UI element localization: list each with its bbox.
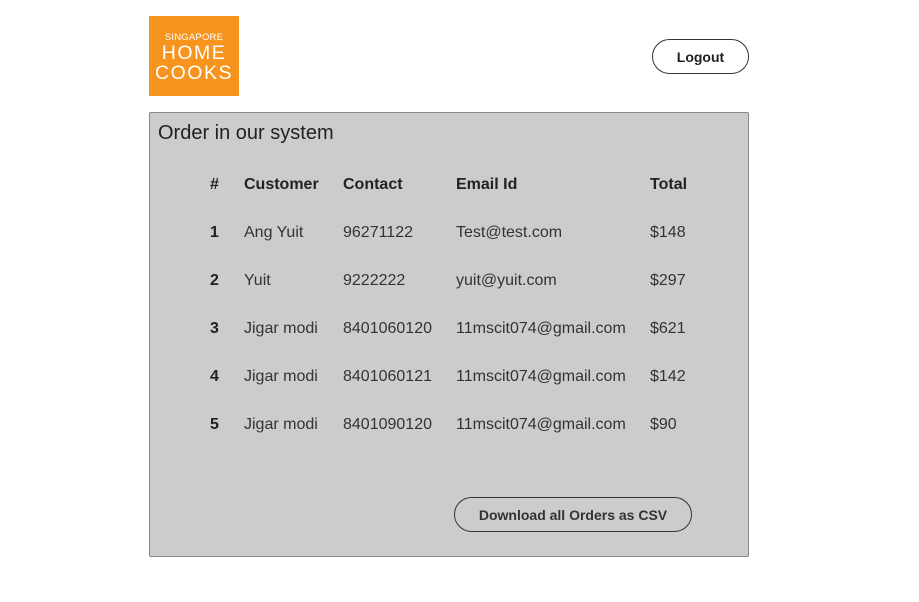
table-row: 5 Jigar modi 8401090120 11mscit074@gmail… xyxy=(198,401,702,449)
cell-total: $90 xyxy=(650,416,677,433)
cell-contact: 9222222 xyxy=(343,272,406,289)
table-row: 3 Jigar modi 8401060120 11mscit074@gmail… xyxy=(198,305,702,353)
cell-customer: Jigar modi xyxy=(244,320,318,337)
panel-title: Order in our system xyxy=(158,122,334,144)
cell-email: 11mscit074@gmail.com xyxy=(456,416,626,433)
cell-customer: Yuit xyxy=(244,272,271,289)
column-header-customer: Customer xyxy=(244,176,319,193)
cell-contact: 96271122 xyxy=(343,224,413,241)
logo-text-home: HOME xyxy=(161,41,227,64)
cell-index: 2 xyxy=(210,272,219,289)
orders-table: # Customer Contact Email Id Total 1 Ang … xyxy=(198,161,702,449)
cell-index: 4 xyxy=(210,368,219,385)
cell-customer: Jigar modi xyxy=(244,368,318,385)
table-row: 1 Ang Yuit 96271122 Test@test.com $148 xyxy=(198,209,702,257)
column-header-total: Total xyxy=(650,176,688,193)
cell-total: $297 xyxy=(650,272,686,289)
logo-text-cooks: COOKS xyxy=(155,61,233,84)
orders-table-body: 1 Ang Yuit 96271122 Test@test.com $148 2… xyxy=(198,209,702,449)
cell-contact: 8401090120 xyxy=(343,416,432,433)
cell-email: 11mscit074@gmail.com xyxy=(456,320,626,337)
cell-customer: Ang Yuit xyxy=(244,224,304,241)
header-row: # Customer Contact Email Id Total xyxy=(198,161,702,209)
cell-customer: Jigar modi xyxy=(244,416,318,433)
cell-index: 3 xyxy=(210,320,219,337)
orders-panel: Order in our system # Customer Contact E… xyxy=(149,112,749,557)
singapore-home-cooks-logo[interactable]: SINGAPORE HOME COOKS xyxy=(149,16,239,96)
cell-email: yuit@yuit.com xyxy=(456,272,557,289)
cell-contact: 8401060120 xyxy=(343,320,432,337)
cell-total: $148 xyxy=(650,224,686,241)
column-header-index: # xyxy=(210,176,219,193)
cell-contact: 8401060121 xyxy=(343,368,432,385)
cell-index: 1 xyxy=(210,224,219,241)
orders-table-header: # Customer Contact Email Id Total xyxy=(198,161,702,209)
cell-email: 11mscit074@gmail.com xyxy=(456,368,626,385)
page: SINGAPORE HOME COOKS Logout Order in our… xyxy=(0,0,919,602)
column-header-email: Email Id xyxy=(456,176,518,193)
cell-total: $142 xyxy=(650,368,686,385)
logout-button[interactable]: Logout xyxy=(652,39,749,74)
download-csv-button[interactable]: Download all Orders as CSV xyxy=(454,497,692,532)
cell-index: 5 xyxy=(210,416,219,433)
column-header-contact: Contact xyxy=(343,176,403,193)
table-row: 2 Yuit 9222222 yuit@yuit.com $297 xyxy=(198,257,702,305)
logo-text-singapore: SINGAPORE xyxy=(164,31,224,43)
cell-email: Test@test.com xyxy=(456,224,563,241)
cell-total: $621 xyxy=(650,320,686,337)
table-row: 4 Jigar modi 8401060121 11mscit074@gmail… xyxy=(198,353,702,401)
